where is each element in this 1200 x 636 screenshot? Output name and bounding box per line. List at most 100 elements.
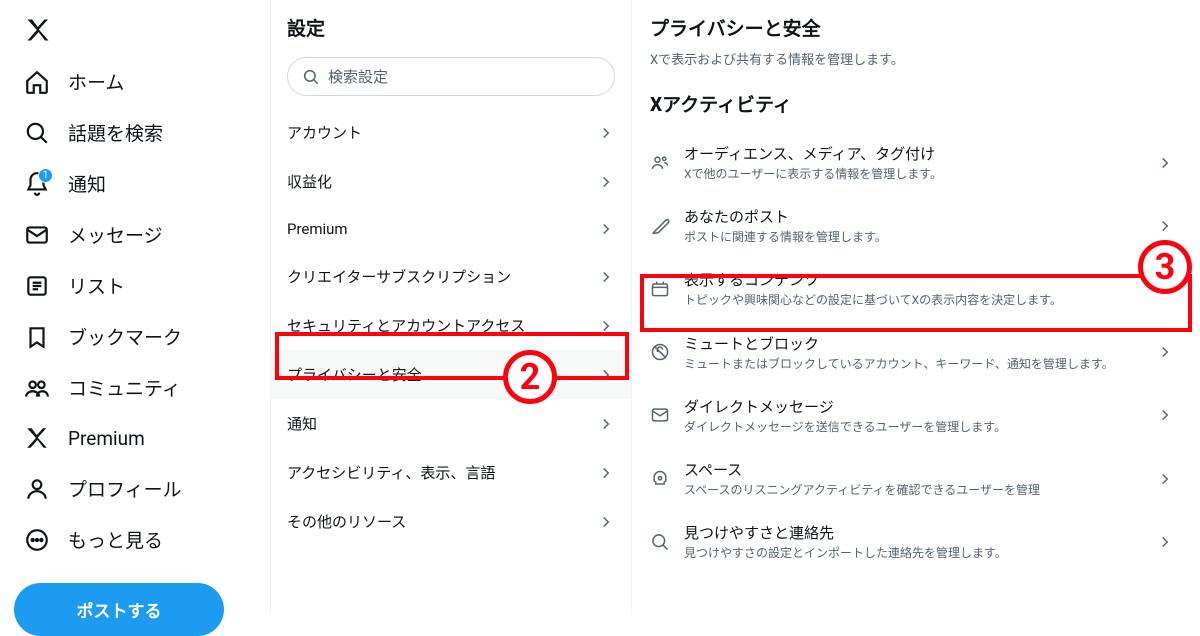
settings-item[interactable]: Premium <box>271 206 631 252</box>
detail-item[interactable]: ミュートとブロックミュートまたはブロックしているアカウント、キーワード、通知を管… <box>632 321 1192 384</box>
nav-notifications[interactable]: 1 通知 <box>10 160 262 207</box>
chevron-right-icon <box>1156 533 1174 551</box>
nav-home[interactable]: ホーム <box>10 58 262 105</box>
settings-search-wrap: 検索設定 <box>271 51 631 108</box>
settings-item[interactable]: アカウント <box>271 108 631 157</box>
chevron-right-icon <box>597 220 615 238</box>
detail-title: プライバシーと安全 <box>632 0 1192 49</box>
detail-item-desc: スペースのリスニングアクティビティを確認できるユーザーを管理 <box>684 482 1142 498</box>
settings-item-label: クリエイターサブスクリプション <box>287 266 511 287</box>
nav-lists[interactable]: リスト <box>10 262 262 309</box>
chevron-right-icon <box>597 513 615 531</box>
settings-item[interactable]: プライバシーと安全 <box>271 350 631 399</box>
settings-item-label: その他のリソース <box>287 511 406 532</box>
nav-bookmarks[interactable]: ブックマーク <box>10 313 262 360</box>
notification-badge: 1 <box>38 168 53 183</box>
settings-item-label: プライバシーと安全 <box>287 364 422 385</box>
detail-item-text: オーディエンス、メディア、タグ付け Xで他のユーザーに表示する情報を管理します。 <box>684 143 1142 182</box>
detail-panel: プライバシーと安全 Xで表示および共有する情報を管理します。 Xアクティビティ … <box>632 0 1200 614</box>
chevron-right-icon <box>597 366 615 384</box>
detail-item[interactable]: 見つけやすさと連絡先見つけやすさの設定とインポートした連絡先を管理します。 <box>632 510 1192 573</box>
chevron-right-icon <box>1156 343 1174 361</box>
detail-item-icon <box>650 405 670 425</box>
nav-messages[interactable]: メッセージ <box>10 211 262 258</box>
nav-explore[interactable]: 話題を検索 <box>10 109 262 156</box>
settings-item[interactable]: 収益化 <box>271 157 631 206</box>
community-icon <box>24 375 50 401</box>
detail-item-desc: トピックや興味関心などの設定に基づいてXの表示内容を決定します。 <box>684 292 1142 308</box>
detail-item-text: ミュートとブロックミュートまたはブロックしているアカウント、キーワード、通知を管… <box>684 333 1142 372</box>
nav-label: リスト <box>68 272 125 299</box>
settings-item-label: 通知 <box>287 413 317 434</box>
list-icon <box>24 273 50 299</box>
chevron-right-icon <box>597 124 615 142</box>
detail-item-text: スペーススペースのリスニングアクティビティを確認できるユーザーを管理 <box>684 459 1142 498</box>
nav-label: プロフィール <box>68 475 182 502</box>
nav-label: メッセージ <box>68 221 163 248</box>
nav-profile[interactable]: プロフィール <box>10 465 262 512</box>
nav-more[interactable]: もっと見る <box>10 516 262 563</box>
settings-list: アカウント収益化 Premium クリエイターサブスクリプションセキュリティとアカウ… <box>271 108 631 546</box>
detail-item[interactable]: 表示するコンテンツトピックや興味関心などの設定に基づいてXの表示内容を決定します… <box>632 257 1192 320</box>
nav-communities[interactable]: コミュニティ <box>10 364 262 411</box>
detail-item-desc: Xで他のユーザーに表示する情報を管理します。 <box>684 166 1142 182</box>
profile-icon <box>24 476 50 502</box>
bookmark-icon <box>24 324 50 350</box>
search-placeholder: 検索設定 <box>328 66 388 87</box>
detail-item-label: あなたのポスト <box>684 206 1142 227</box>
settings-item-label: Premium <box>287 220 348 238</box>
x-icon <box>24 425 50 451</box>
settings-item-label: アクセシビリティ、表示、言語 <box>287 462 495 483</box>
settings-item[interactable]: アクセシビリティ、表示、言語 <box>271 448 631 497</box>
search-icon <box>24 120 50 146</box>
detail-item-desc: ミュートまたはブロックしているアカウント、キーワード、通知を管理します。 <box>684 356 1142 372</box>
nav-premium[interactable]: Premium <box>10 415 262 461</box>
detail-item-text: 表示するコンテンツトピックや興味関心などの設定に基づいてXの表示内容を決定します… <box>684 269 1142 308</box>
settings-item[interactable]: その他のリソース <box>271 497 631 546</box>
detail-item-icon <box>650 279 670 299</box>
settings-item-label: セキュリティとアカウントアクセス <box>287 315 525 336</box>
detail-item-label: 表示するコンテンツ <box>684 269 1142 290</box>
detail-item-label: ダイレクトメッセージ <box>684 396 1142 417</box>
settings-item[interactable]: 通知 <box>271 399 631 448</box>
detail-item-desc: ダイレクトメッセージを送信できるユーザーを管理します。 <box>684 419 1142 435</box>
detail-item-icon <box>650 216 670 236</box>
detail-item-label: 見つけやすさと連絡先 <box>684 522 1142 543</box>
chevron-right-icon <box>1156 280 1174 298</box>
settings-item[interactable]: セキュリティとアカウントアクセス <box>271 301 631 350</box>
detail-item-icon <box>650 342 670 362</box>
detail-item-icon <box>650 153 670 173</box>
chevron-right-icon <box>1156 217 1174 235</box>
chevron-right-icon <box>597 268 615 286</box>
mail-icon <box>24 222 50 248</box>
nav-label: 話題を検索 <box>68 119 163 146</box>
detail-item[interactable]: ダイレクトメッセージダイレクトメッセージを送信できるユーザーを管理します。 <box>632 384 1192 447</box>
settings-search[interactable]: 検索設定 <box>287 57 615 96</box>
detail-item[interactable]: スペーススペースのリスニングアクティビティを確認できるユーザーを管理 <box>632 447 1192 510</box>
nav-label: 通知 <box>68 170 106 197</box>
chevron-right-icon <box>597 415 615 433</box>
nav-label: もっと見る <box>68 526 163 553</box>
detail-item-label: ミュートとブロック <box>684 333 1142 354</box>
settings-item[interactable]: クリエイターサブスクリプション <box>271 252 631 301</box>
chevron-right-icon <box>597 317 615 335</box>
chevron-right-icon <box>597 464 615 482</box>
detail-item-text: 見つけやすさと連絡先見つけやすさの設定とインポートした連絡先を管理します。 <box>684 522 1142 561</box>
more-icon <box>24 527 50 553</box>
detail-item-text: ダイレクトメッセージダイレクトメッセージを送信できるユーザーを管理します。 <box>684 396 1142 435</box>
chevron-right-icon <box>597 173 615 191</box>
primary-nav: ホーム 話題を検索 1 通知 メッセージ リスト ブックマーク コミュニティ P… <box>0 0 270 614</box>
post-button[interactable]: ポストする <box>14 583 224 636</box>
bell-icon: 1 <box>24 171 50 197</box>
settings-panel: 設定 検索設定 アカウント収益化Premiumクリエイターサブスクリプションセキ… <box>270 0 632 614</box>
home-icon <box>24 69 50 95</box>
search-icon <box>302 68 320 86</box>
detail-item[interactable]: あなたのポストポストに関連する情報を管理します。 <box>632 194 1192 257</box>
detail-item[interactable]: オーディエンス、メディア、タグ付け Xで他のユーザーに表示する情報を管理します。 <box>632 131 1192 194</box>
detail-section-title: Xアクティビティ <box>632 82 1192 131</box>
x-logo[interactable] <box>24 16 52 44</box>
detail-item-label: オーディエンス、メディア、タグ付け <box>684 143 1142 164</box>
chevron-right-icon <box>1156 470 1174 488</box>
nav-label: ホーム <box>68 68 124 95</box>
detail-item-desc: 見つけやすさの設定とインポートした連絡先を管理します。 <box>684 545 1142 561</box>
